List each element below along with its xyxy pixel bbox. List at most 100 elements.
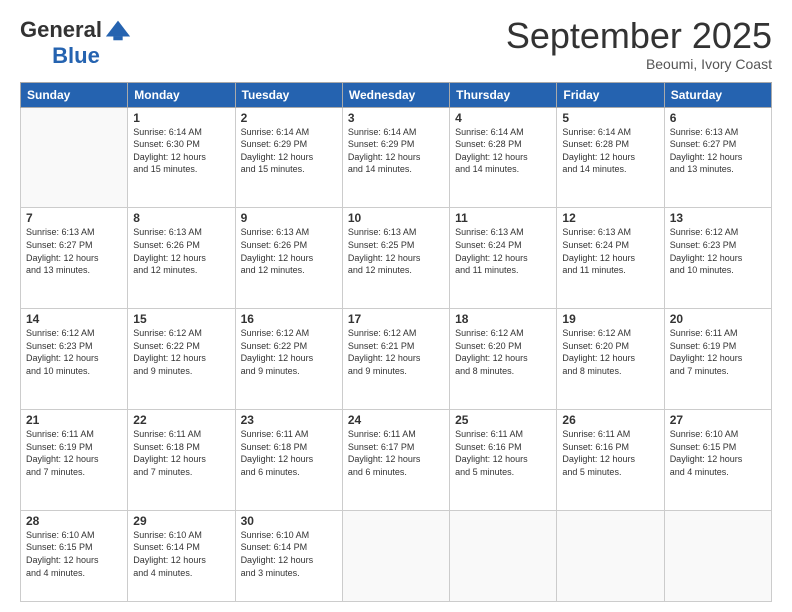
header-thursday: Thursday [450,82,557,107]
day-info: Sunrise: 6:10 AMSunset: 6:15 PMDaylight:… [670,428,766,478]
day-info: Sunrise: 6:14 AMSunset: 6:29 PMDaylight:… [241,126,337,176]
day-number: 4 [455,111,551,125]
table-row: 17Sunrise: 6:12 AMSunset: 6:21 PMDayligh… [342,309,449,410]
table-row: 27Sunrise: 6:10 AMSunset: 6:15 PMDayligh… [664,409,771,510]
table-row [342,510,449,601]
day-number: 29 [133,514,229,528]
day-info: Sunrise: 6:12 AMSunset: 6:22 PMDaylight:… [133,327,229,377]
header-friday: Friday [557,82,664,107]
table-row: 4Sunrise: 6:14 AMSunset: 6:28 PMDaylight… [450,107,557,208]
table-row: 12Sunrise: 6:13 AMSunset: 6:24 PMDayligh… [557,208,664,309]
day-info: Sunrise: 6:13 AMSunset: 6:25 PMDaylight:… [348,226,444,276]
header-saturday: Saturday [664,82,771,107]
location-subtitle: Beoumi, Ivory Coast [506,56,772,72]
day-info: Sunrise: 6:13 AMSunset: 6:27 PMDaylight:… [670,126,766,176]
month-title: September 2025 [506,16,772,56]
day-info: Sunrise: 6:11 AMSunset: 6:19 PMDaylight:… [670,327,766,377]
day-info: Sunrise: 6:11 AMSunset: 6:16 PMDaylight:… [455,428,551,478]
day-number: 21 [26,413,122,427]
header: General Blue September 2025 Beoumi, Ivor… [20,16,772,72]
day-info: Sunrise: 6:14 AMSunset: 6:28 PMDaylight:… [455,126,551,176]
day-info: Sunrise: 6:12 AMSunset: 6:23 PMDaylight:… [670,226,766,276]
table-row: 19Sunrise: 6:12 AMSunset: 6:20 PMDayligh… [557,309,664,410]
day-info: Sunrise: 6:13 AMSunset: 6:24 PMDaylight:… [455,226,551,276]
day-info: Sunrise: 6:12 AMSunset: 6:20 PMDaylight:… [455,327,551,377]
table-row: 8Sunrise: 6:13 AMSunset: 6:26 PMDaylight… [128,208,235,309]
day-number: 15 [133,312,229,326]
page: General Blue September 2025 Beoumi, Ivor… [0,0,792,612]
day-number: 30 [241,514,337,528]
day-info: Sunrise: 6:13 AMSunset: 6:26 PMDaylight:… [241,226,337,276]
table-row: 29Sunrise: 6:10 AMSunset: 6:14 PMDayligh… [128,510,235,601]
day-number: 10 [348,211,444,225]
header-tuesday: Tuesday [235,82,342,107]
table-row [450,510,557,601]
day-number: 26 [562,413,658,427]
header-sunday: Sunday [21,82,128,107]
day-info: Sunrise: 6:13 AMSunset: 6:27 PMDaylight:… [26,226,122,276]
table-row: 30Sunrise: 6:10 AMSunset: 6:14 PMDayligh… [235,510,342,601]
table-row: 20Sunrise: 6:11 AMSunset: 6:19 PMDayligh… [664,309,771,410]
day-number: 16 [241,312,337,326]
day-number: 2 [241,111,337,125]
weekday-header-row: Sunday Monday Tuesday Wednesday Thursday… [21,82,772,107]
day-number: 19 [562,312,658,326]
day-number: 12 [562,211,658,225]
day-number: 5 [562,111,658,125]
day-number: 8 [133,211,229,225]
logo-blue: Blue [52,44,100,68]
day-number: 3 [348,111,444,125]
table-row: 22Sunrise: 6:11 AMSunset: 6:18 PMDayligh… [128,409,235,510]
day-number: 11 [455,211,551,225]
day-info: Sunrise: 6:14 AMSunset: 6:28 PMDaylight:… [562,126,658,176]
day-info: Sunrise: 6:13 AMSunset: 6:24 PMDaylight:… [562,226,658,276]
day-info: Sunrise: 6:14 AMSunset: 6:30 PMDaylight:… [133,126,229,176]
day-number: 23 [241,413,337,427]
day-info: Sunrise: 6:12 AMSunset: 6:23 PMDaylight:… [26,327,122,377]
table-row: 2Sunrise: 6:14 AMSunset: 6:29 PMDaylight… [235,107,342,208]
table-row: 6Sunrise: 6:13 AMSunset: 6:27 PMDaylight… [664,107,771,208]
day-info: Sunrise: 6:12 AMSunset: 6:22 PMDaylight:… [241,327,337,377]
day-number: 1 [133,111,229,125]
day-number: 9 [241,211,337,225]
day-number: 7 [26,211,122,225]
day-info: Sunrise: 6:11 AMSunset: 6:18 PMDaylight:… [133,428,229,478]
logo: General Blue [20,16,132,68]
table-row: 10Sunrise: 6:13 AMSunset: 6:25 PMDayligh… [342,208,449,309]
table-row [21,107,128,208]
day-number: 14 [26,312,122,326]
day-info: Sunrise: 6:10 AMSunset: 6:15 PMDaylight:… [26,529,122,579]
table-row: 24Sunrise: 6:11 AMSunset: 6:17 PMDayligh… [342,409,449,510]
table-row: 1Sunrise: 6:14 AMSunset: 6:30 PMDaylight… [128,107,235,208]
day-number: 17 [348,312,444,326]
table-row: 5Sunrise: 6:14 AMSunset: 6:28 PMDaylight… [557,107,664,208]
day-info: Sunrise: 6:11 AMSunset: 6:17 PMDaylight:… [348,428,444,478]
header-monday: Monday [128,82,235,107]
day-info: Sunrise: 6:12 AMSunset: 6:20 PMDaylight:… [562,327,658,377]
table-row: 25Sunrise: 6:11 AMSunset: 6:16 PMDayligh… [450,409,557,510]
day-number: 13 [670,211,766,225]
day-number: 24 [348,413,444,427]
day-info: Sunrise: 6:10 AMSunset: 6:14 PMDaylight:… [241,529,337,579]
table-row: 26Sunrise: 6:11 AMSunset: 6:16 PMDayligh… [557,409,664,510]
header-wednesday: Wednesday [342,82,449,107]
table-row: 7Sunrise: 6:13 AMSunset: 6:27 PMDaylight… [21,208,128,309]
table-row: 9Sunrise: 6:13 AMSunset: 6:26 PMDaylight… [235,208,342,309]
table-row [664,510,771,601]
title-block: September 2025 Beoumi, Ivory Coast [506,16,772,72]
table-row: 21Sunrise: 6:11 AMSunset: 6:19 PMDayligh… [21,409,128,510]
day-info: Sunrise: 6:10 AMSunset: 6:14 PMDaylight:… [133,529,229,579]
table-row: 14Sunrise: 6:12 AMSunset: 6:23 PMDayligh… [21,309,128,410]
day-info: Sunrise: 6:14 AMSunset: 6:29 PMDaylight:… [348,126,444,176]
logo-general: General [20,18,102,42]
table-row: 16Sunrise: 6:12 AMSunset: 6:22 PMDayligh… [235,309,342,410]
table-row [557,510,664,601]
table-row: 23Sunrise: 6:11 AMSunset: 6:18 PMDayligh… [235,409,342,510]
table-row: 18Sunrise: 6:12 AMSunset: 6:20 PMDayligh… [450,309,557,410]
table-row: 13Sunrise: 6:12 AMSunset: 6:23 PMDayligh… [664,208,771,309]
day-info: Sunrise: 6:11 AMSunset: 6:18 PMDaylight:… [241,428,337,478]
day-number: 22 [133,413,229,427]
day-number: 28 [26,514,122,528]
table-row: 28Sunrise: 6:10 AMSunset: 6:15 PMDayligh… [21,510,128,601]
calendar-table: Sunday Monday Tuesday Wednesday Thursday… [20,82,772,602]
